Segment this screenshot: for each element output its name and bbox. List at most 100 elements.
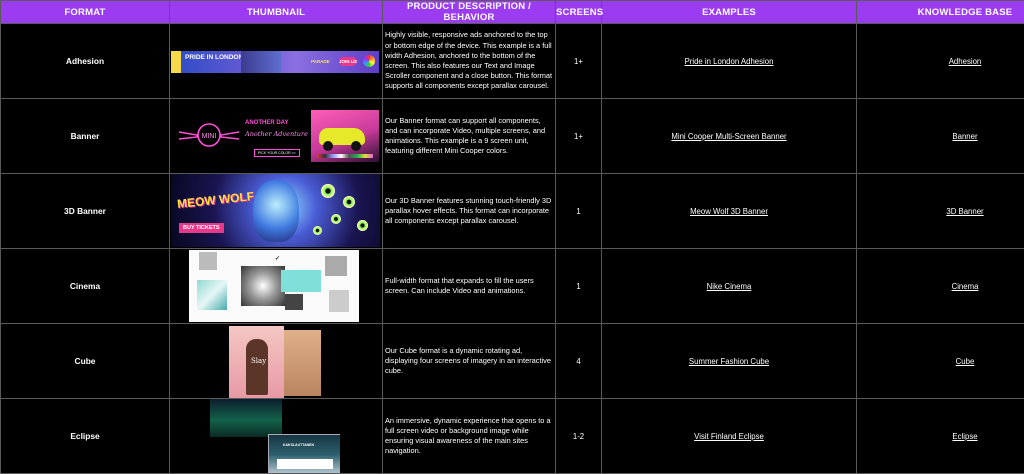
description: Full-width format that expands to fill t… (383, 249, 556, 324)
pride-title: PRIDE IN LONDON (185, 54, 243, 61)
thumbnail-cell: MEOW WOLF BUY TICKETS (170, 174, 383, 249)
description: Our Banner format can support all compon… (383, 99, 556, 174)
eye-icon (331, 214, 341, 224)
thumbnail-cell: PRIDE IN LONDON PARADE JOIN US (170, 24, 383, 99)
adhesion-thumbnail[interactable]: PRIDE IN LONDON PARADE JOIN US (171, 51, 379, 73)
aurora-image (210, 399, 282, 437)
col-header-format: FORMAT (1, 1, 170, 24)
teal-block (281, 270, 321, 292)
format-name: Cinema (1, 249, 170, 324)
header-row: FORMAT THUMBNAIL PRODUCT DESCRIPTION / B… (1, 1, 1024, 24)
kb-link[interactable]: 3D Banner (946, 207, 983, 216)
site-content-bar (277, 459, 333, 469)
example-cell: Summer Fashion Cube (602, 324, 857, 399)
thumbnail-cell: Slay (170, 324, 383, 399)
screens-count: 4 (556, 324, 602, 399)
kb-link[interactable]: Adhesion (949, 57, 982, 66)
photo-image (285, 294, 303, 310)
description: Highly visible, responsive ads anchored … (383, 24, 556, 99)
col-header-description: PRODUCT DESCRIPTION / BEHAVIOR (383, 1, 556, 24)
buy-tickets-button: BUY TICKETS (179, 223, 224, 233)
example-cell: Meow Wolf 3D Banner (602, 174, 857, 249)
cube-face-image: Slay (229, 326, 284, 398)
photo-image (199, 252, 217, 270)
pick-color-button: PICK YOUR COLOR >> (254, 149, 300, 157)
kb-cell: 3D Banner (857, 174, 1024, 249)
kb-cell: Cube (857, 324, 1024, 399)
photo-image (325, 256, 347, 276)
crowd-image (241, 51, 281, 73)
example-cell: Pride in London Adhesion (602, 24, 857, 99)
kb-link[interactable]: Cube (956, 357, 975, 366)
col-header-examples: EXAMPLES (602, 1, 857, 24)
kb-link[interactable]: Eclipse (952, 432, 977, 441)
eye-icon (321, 184, 335, 198)
table-row: 3D Banner MEOW WOLF BUY TICKETS Our 3D B… (1, 174, 1024, 249)
pride-stripe (171, 51, 181, 73)
description: An immersive, dynamic experience that op… (383, 399, 556, 474)
table-row: Banner MINI ANOTHER DAY Another Adventur… (1, 99, 1024, 174)
example-link[interactable]: Summer Fashion Cube (689, 357, 769, 366)
col-header-screens: SCREENS (556, 1, 602, 24)
format-name: Adhesion (1, 24, 170, 99)
model-image (246, 339, 268, 395)
eye-icon (343, 196, 355, 208)
3d-banner-thumbnail[interactable]: MEOW WOLF BUY TICKETS (171, 174, 380, 247)
format-name: Banner (1, 99, 170, 174)
kb-cell: Cinema (857, 249, 1024, 324)
screens-count: 1+ (556, 24, 602, 99)
parade-text: PARADE (311, 59, 330, 64)
cube-thumbnail[interactable]: Slay (229, 326, 321, 398)
kb-cell: Eclipse (857, 399, 1024, 474)
example-link[interactable]: Nike Cinema (707, 282, 752, 291)
example-link[interactable]: Mini Cooper Multi-Screen Banner (671, 132, 786, 141)
example-link[interactable]: Visit Finland Eclipse (694, 432, 764, 441)
thumbnail-cell: MINI ANOTHER DAY Another Adventure PICK … (170, 99, 383, 174)
col-header-knowledge-base: KNOWLEDGE BASE (857, 1, 1024, 24)
example-cell: Visit Finland Eclipse (602, 399, 857, 474)
example-link[interactable]: Meow Wolf 3D Banner (690, 207, 768, 216)
photo-image (329, 290, 349, 312)
description: Our 3D Banner features stunning touch-fr… (383, 174, 556, 249)
kb-link[interactable]: Banner (952, 132, 977, 141)
shoe-image (197, 280, 227, 310)
thumb-text: PRIDE IN LONDON (185, 54, 243, 61)
thumbnail-cell: KAKSLAUTTANEN (170, 399, 383, 474)
kb-cell: Banner (857, 99, 1024, 174)
nike-swoosh-icon: ✓ (275, 255, 280, 262)
example-cell: Nike Cinema (602, 249, 857, 324)
description: Our Cube format is a dynamic rotating ad… (383, 324, 556, 399)
screens-count: 1-2 (556, 399, 602, 474)
slay-text: Slay (251, 357, 266, 365)
table-row: Adhesion PRIDE IN LONDON PARADE JOIN US … (1, 24, 1024, 99)
car-image (311, 110, 379, 162)
eye-icon (357, 220, 368, 231)
cinema-thumbnail[interactable]: ✓ (189, 250, 359, 322)
formats-table: FORMAT THUMBNAIL PRODUCT DESCRIPTION / B… (0, 0, 1024, 474)
eclipse-thumbnail[interactable]: KAKSLAUTTANEN (210, 399, 340, 473)
example-cell: Mini Cooper Multi-Screen Banner (602, 99, 857, 174)
banner-script: Another Adventure (245, 130, 308, 138)
col-header-thumbnail: THUMBNAIL (170, 1, 383, 24)
format-name: 3D Banner (1, 174, 170, 249)
pride-logo-icon (363, 55, 375, 67)
kb-cell: Adhesion (857, 24, 1024, 99)
format-name: Eclipse (1, 399, 170, 474)
join-button: JOIN US (339, 57, 357, 66)
banner-headline: ANOTHER DAY (245, 120, 288, 126)
meow-wolf-logo: MEOW WOLF (177, 191, 255, 210)
site-screenshot: KAKSLAUTTANEN (268, 434, 340, 473)
example-link[interactable]: Pride in London Adhesion (685, 57, 774, 66)
kb-link[interactable]: Cinema (952, 282, 979, 291)
cube-side-image (284, 330, 321, 396)
table-row: Cinema ✓ Full-width format that expands … (1, 249, 1024, 324)
face-image (253, 180, 299, 242)
format-name: Cube (1, 324, 170, 399)
table-row: Eclipse KAKSLAUTTANEN An immersive, dyna… (1, 399, 1024, 474)
table-row: Cube Slay Our Cube format is a dynamic r… (1, 324, 1024, 399)
site-title: KAKSLAUTTANEN (283, 443, 314, 447)
banner-thumbnail[interactable]: MINI ANOTHER DAY Another Adventure PICK … (171, 108, 380, 165)
screens-count: 1+ (556, 99, 602, 174)
mini-text: MINI (202, 133, 217, 140)
eye-icon (313, 226, 322, 235)
